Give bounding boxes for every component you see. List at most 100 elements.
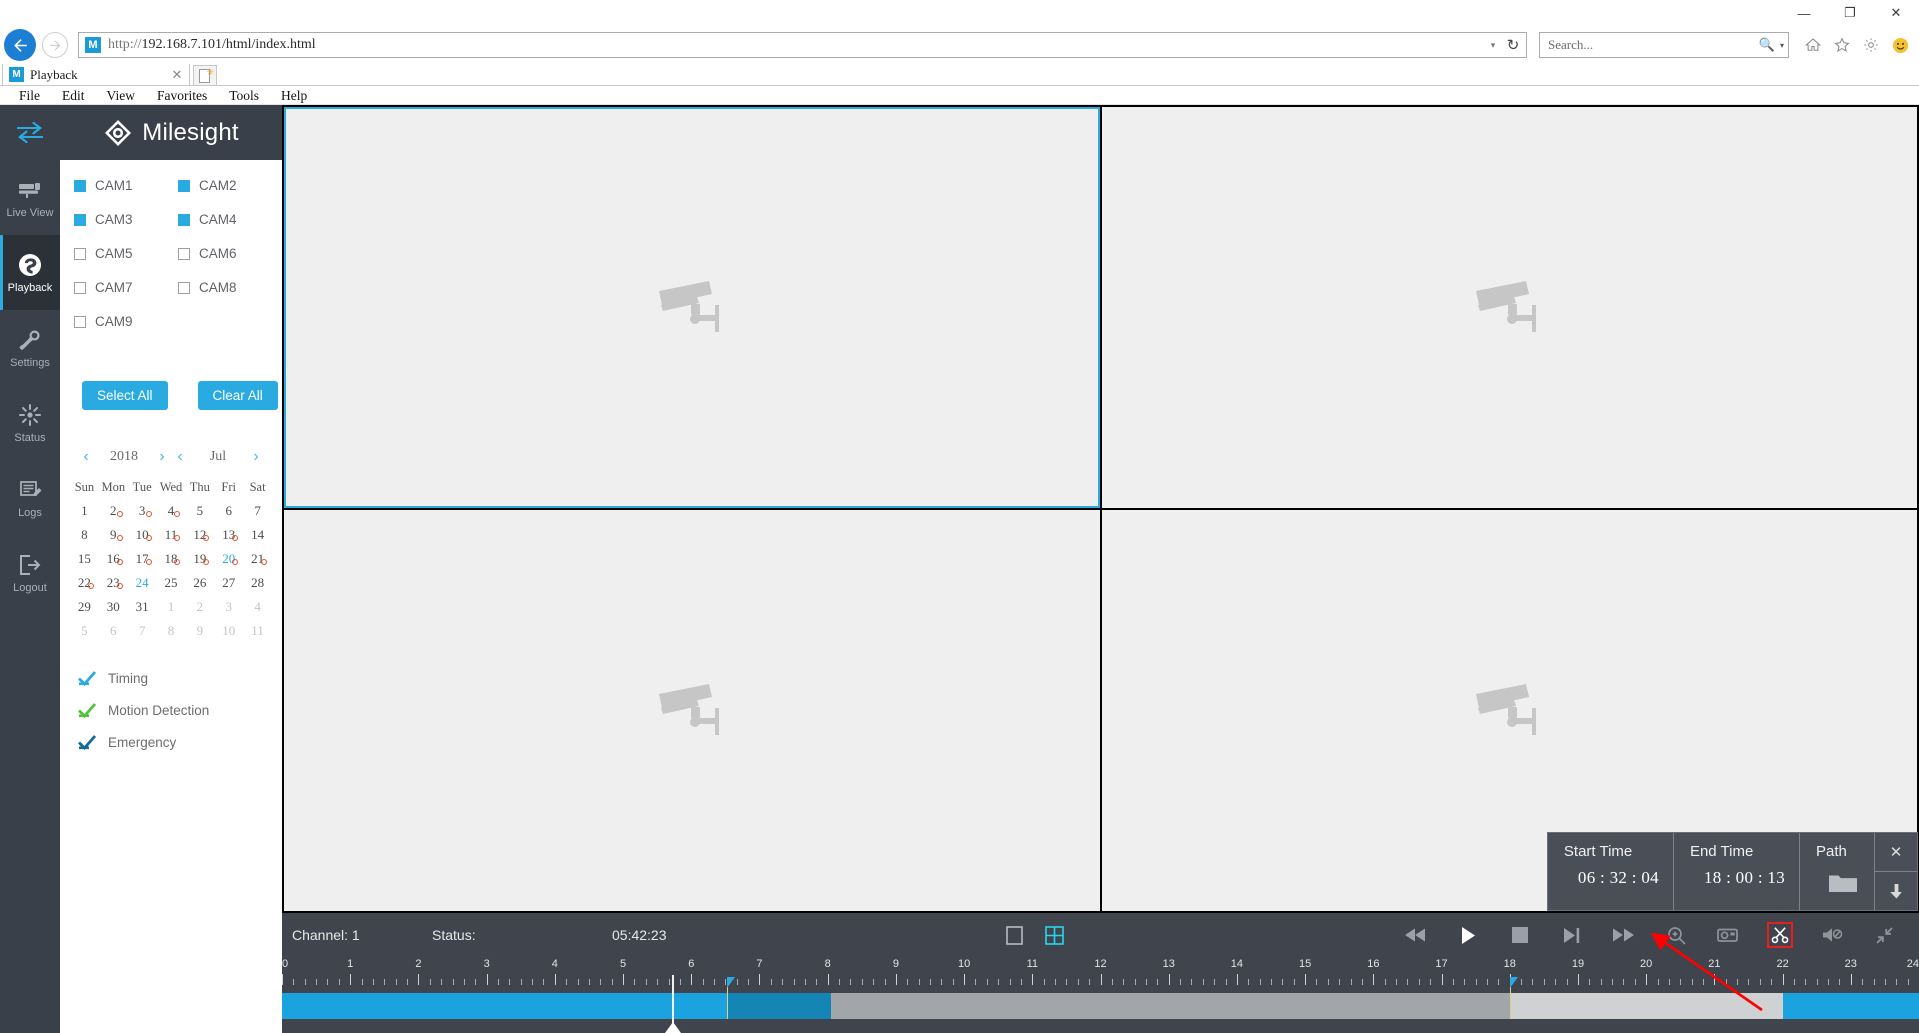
next-year-icon[interactable]: › xyxy=(155,448,169,466)
camera-checkbox[interactable] xyxy=(178,247,190,260)
calendar-day[interactable]: 22 xyxy=(70,571,99,595)
prev-year-icon[interactable]: ‹ xyxy=(79,448,93,466)
snapshot-button[interactable] xyxy=(1715,922,1741,948)
recorded-timing-b[interactable] xyxy=(1782,993,1919,1019)
favorites-star-icon[interactable] xyxy=(1829,32,1855,58)
calendar-day[interactable]: 13 xyxy=(214,523,243,547)
recorded-grey-b[interactable] xyxy=(1509,993,1783,1019)
camera-item-cam8[interactable]: CAM8 xyxy=(178,280,282,295)
collapse-sidebar-toggle[interactable] xyxy=(0,105,60,160)
calendar-day[interactable]: 31 xyxy=(128,595,157,619)
close-icon[interactable]: ✕ xyxy=(1873,0,1919,26)
cell-1[interactable] xyxy=(284,107,1100,508)
recorded-emergency[interactable] xyxy=(726,993,832,1019)
clear-all-button[interactable]: Clear All xyxy=(197,381,278,410)
camera-checkbox[interactable] xyxy=(74,281,86,294)
calendar-day[interactable]: 21 xyxy=(243,547,272,571)
camera-item-cam6[interactable]: CAM6 xyxy=(178,246,282,261)
back-arrow-icon[interactable] xyxy=(4,29,36,61)
playhead-handle-icon[interactable] xyxy=(664,1022,681,1033)
calendar-day[interactable]: 6 xyxy=(99,619,128,643)
camera-checkbox[interactable] xyxy=(74,247,86,260)
minimize-icon[interactable]: — xyxy=(1781,0,1827,26)
calendar-day[interactable]: 17 xyxy=(128,547,157,571)
calendar-day[interactable]: 10 xyxy=(128,523,157,547)
select-all-button[interactable]: Select All xyxy=(82,381,168,410)
calendar-day[interactable]: 8 xyxy=(157,619,186,643)
calendar-day[interactable]: 30 xyxy=(99,595,128,619)
camera-item-cam9[interactable]: CAM9 xyxy=(74,314,178,329)
calendar-day[interactable]: 1 xyxy=(70,499,99,523)
gear-icon[interactable] xyxy=(1858,32,1884,58)
address-bar[interactable]: M http://192.168.7.101/html/index.html ▾… xyxy=(78,32,1527,58)
new-tab-button[interactable]: ✳ xyxy=(193,65,217,85)
camera-item-cam2[interactable]: CAM2 xyxy=(178,178,282,193)
calendar-day[interactable]: 2 xyxy=(185,595,214,619)
calendar-day[interactable]: 29 xyxy=(70,595,99,619)
start-time-field[interactable]: Start Time 06 : 32 : 04 xyxy=(1548,833,1674,910)
calendar-day[interactable]: 25 xyxy=(157,571,186,595)
calendar-day[interactable]: 9 xyxy=(185,619,214,643)
play-button[interactable] xyxy=(1455,922,1481,948)
calendar-day[interactable]: 3 xyxy=(214,595,243,619)
address-dropdown-icon[interactable]: ▾ xyxy=(1484,40,1502,51)
zoom-button[interactable] xyxy=(1663,922,1689,948)
calendar-day[interactable]: 3 xyxy=(128,499,157,523)
calendar-day[interactable]: 8 xyxy=(70,523,99,547)
cell-3[interactable] xyxy=(284,510,1100,911)
end-time-field[interactable]: End Time 18 : 00 : 13 xyxy=(1674,833,1800,910)
clip-button[interactable] xyxy=(1767,922,1793,948)
start-time-value[interactable]: 06 : 32 : 04 xyxy=(1564,868,1659,888)
calendar-day[interactable]: 11 xyxy=(243,619,272,643)
cell-2[interactable] xyxy=(1101,107,1917,508)
restore-icon[interactable]: ❐ xyxy=(1827,0,1873,26)
calendar-day[interactable]: 16 xyxy=(99,547,128,571)
camera-checkbox[interactable] xyxy=(74,179,86,192)
calendar-day[interactable]: 19 xyxy=(185,547,214,571)
calendar-day[interactable]: 7 xyxy=(243,499,272,523)
timeline[interactable]: 0 1 2 3 4 5 6 7 8 9 10 11 12 13 14 15 16 17 18 19 20 21 22 23 24 xyxy=(282,957,1919,1033)
calendar-day[interactable]: 10 xyxy=(214,619,243,643)
calendar-day[interactable]: 28 xyxy=(243,571,272,595)
menu-edit[interactable]: Edit xyxy=(51,86,96,105)
frame-step-button[interactable] xyxy=(1559,922,1585,948)
search-icon[interactable]: 🔍 xyxy=(1757,37,1777,53)
calendar-day[interactable]: 5 xyxy=(185,499,214,523)
menu-help[interactable]: Help xyxy=(270,86,318,105)
timeline-selection-marker[interactable] xyxy=(726,977,735,1019)
calendar-day[interactable]: 5 xyxy=(70,619,99,643)
camera-checkbox[interactable] xyxy=(178,213,190,226)
calendar-day[interactable]: 12 xyxy=(185,523,214,547)
prev-month-icon[interactable]: ‹ xyxy=(173,448,187,466)
calendar-day[interactable]: 2 xyxy=(99,499,128,523)
recorded-timing[interactable] xyxy=(282,993,727,1019)
camera-item-cam3[interactable]: CAM3 xyxy=(74,212,178,227)
sidebar-item-settings[interactable]: Settings xyxy=(0,310,60,385)
refresh-icon[interactable]: ↻ xyxy=(1502,36,1524,54)
calendar-day[interactable]: 9 xyxy=(99,523,128,547)
camera-item-cam7[interactable]: CAM7 xyxy=(74,280,178,295)
end-time-value[interactable]: 18 : 00 : 13 xyxy=(1690,868,1785,888)
calendar-day[interactable]: 27 xyxy=(214,571,243,595)
camera-item-cam4[interactable]: CAM4 xyxy=(178,212,282,227)
menu-tools[interactable]: Tools xyxy=(218,86,270,105)
calendar-day[interactable]: 23 xyxy=(99,571,128,595)
sidebar-item-logout[interactable]: Logout xyxy=(0,535,60,610)
browser-search-box[interactable]: Search... 🔍 ▾ xyxy=(1539,32,1789,58)
path-field[interactable]: Path xyxy=(1800,833,1875,910)
tab-playback[interactable]: M Playback ✕ xyxy=(2,63,190,85)
close-clip-panel-icon[interactable]: ✕ xyxy=(1875,833,1917,871)
rewind-button[interactable] xyxy=(1403,922,1429,948)
menu-view[interactable]: View xyxy=(96,86,146,105)
timeline-track[interactable] xyxy=(282,975,1919,1033)
timeline-playhead[interactable] xyxy=(664,975,681,1033)
camera-item-cam1[interactable]: CAM1 xyxy=(74,178,178,193)
sidebar-item-logs[interactable]: Logs xyxy=(0,460,60,535)
recorded-grey-a[interactable] xyxy=(831,993,1510,1019)
camera-checkbox[interactable] xyxy=(74,213,86,226)
tab-close-icon[interactable]: ✕ xyxy=(170,67,184,83)
calendar-day[interactable]: 4 xyxy=(157,499,186,523)
calendar-day[interactable]: 1 xyxy=(157,595,186,619)
single-view-icon[interactable] xyxy=(1002,922,1028,948)
camera-checkbox[interactable] xyxy=(74,315,86,328)
